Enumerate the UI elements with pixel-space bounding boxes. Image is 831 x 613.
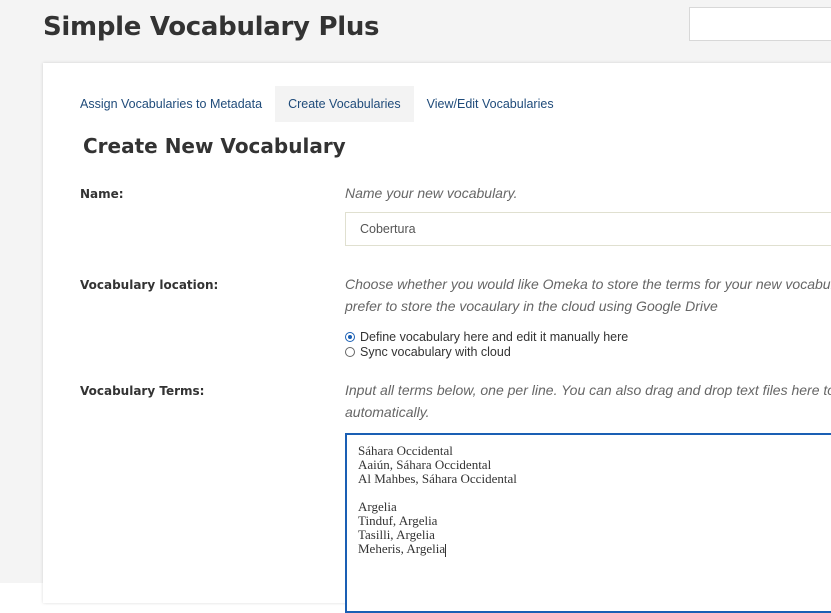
radio-unchecked-icon[interactable] xyxy=(345,346,355,357)
radio-checked-icon[interactable] xyxy=(345,331,355,342)
terms-hint-line1: Input all terms below, one per line. You… xyxy=(345,382,831,398)
terms-label: Vocabulary Terms: xyxy=(80,384,205,398)
radio-define-here-label: Define vocabulary here and edit it manua… xyxy=(360,329,629,344)
tab-assign-vocabularies[interactable]: Assign Vocabularies to Metadata xyxy=(80,86,275,122)
tab-create-vocabularies[interactable]: Create Vocabularies xyxy=(275,86,414,122)
tab-bar: Assign Vocabularies to Metadata Create V… xyxy=(80,86,567,122)
location-hint-line2: prefer to store the vocaulary in the clo… xyxy=(345,298,718,314)
term-line: Sáhara Occidental xyxy=(358,443,453,458)
term-line: Aaiún, Sáhara Occidental xyxy=(358,457,492,472)
term-line: Tasilli, Argelia xyxy=(358,527,435,542)
main-panel: Assign Vocabularies to Metadata Create V… xyxy=(43,63,831,613)
location-label: Vocabulary location: xyxy=(80,278,219,292)
section-title: Create New Vocabulary xyxy=(83,134,346,158)
vocabulary-terms-textarea[interactable]: Sáhara Occidental Aaiún, Sáhara Occident… xyxy=(345,433,831,613)
term-line: Tinduf, Argelia xyxy=(358,513,438,528)
name-label: Name: xyxy=(80,187,124,201)
text-caret xyxy=(445,543,447,557)
location-radio-group: Define vocabulary here and edit it manua… xyxy=(345,329,628,359)
location-hint-line1: Choose whether you would like Omeka to s… xyxy=(345,276,831,292)
vocabulary-name-field[interactable]: Cobertura xyxy=(345,212,831,246)
search-input[interactable] xyxy=(689,7,831,41)
term-line: Al Mahbes, Sáhara Occidental xyxy=(358,471,517,486)
tab-view-edit-vocabularies[interactable]: View/Edit Vocabularies xyxy=(414,86,567,122)
page-title: Simple Vocabulary Plus xyxy=(43,12,380,42)
term-line-text: Meheris, Argelia xyxy=(358,541,446,556)
radio-sync-cloud[interactable]: Sync vocabulary with cloud xyxy=(345,344,628,359)
term-line-last: Meheris, Argelia xyxy=(358,541,831,557)
term-line-blank xyxy=(358,486,831,500)
radio-define-here[interactable]: Define vocabulary here and edit it manua… xyxy=(345,329,628,344)
radio-sync-cloud-label: Sync vocabulary with cloud xyxy=(360,344,511,359)
terms-hint-line2: automatically. xyxy=(345,404,430,420)
term-line: Argelia xyxy=(358,499,397,514)
name-hint: Name your new vocabulary. xyxy=(345,185,518,201)
